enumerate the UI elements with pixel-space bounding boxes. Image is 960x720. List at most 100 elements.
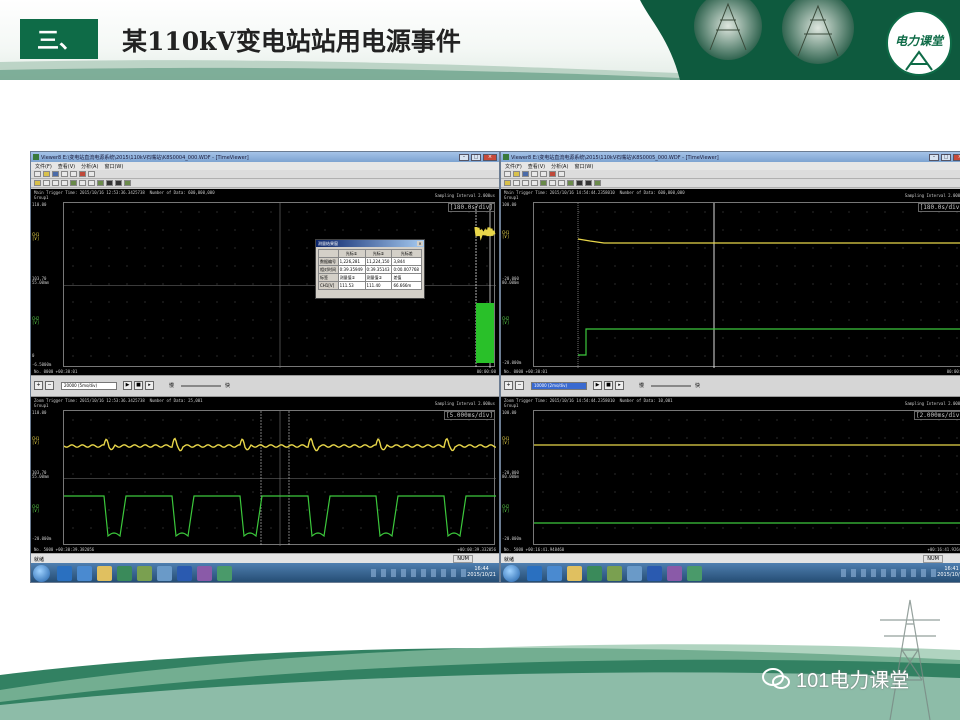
settings-icon[interactable] — [157, 566, 172, 581]
open-icon[interactable] — [34, 171, 41, 177]
main-waveform-panel[interactable]: Main Trigger Time: 2015/10/16 12:53:36.3… — [31, 189, 499, 375]
clock[interactable]: 16:412015/10/21 — [937, 566, 960, 578]
cursor-icon[interactable] — [34, 180, 41, 186]
zoom-waveform-panel[interactable]: Zoom Trigger Time: 2015/10/16 12:53:36.3… — [31, 397, 499, 553]
folder-icon[interactable] — [43, 171, 50, 177]
channel-icon[interactable] — [540, 180, 547, 186]
export-icon[interactable] — [124, 180, 131, 186]
sogou-icon[interactable] — [77, 566, 92, 581]
scope-app-icon[interactable] — [687, 566, 702, 581]
zoom-out-icon[interactable]: − — [515, 381, 524, 390]
properties-icon[interactable] — [70, 171, 77, 177]
pointer-icon[interactable] — [513, 180, 520, 186]
pointer-icon[interactable] — [43, 180, 50, 186]
step-icon[interactable]: ▸ — [615, 381, 624, 390]
zoom-scale-select[interactable]: 20000 (5ms/div) — [61, 382, 117, 390]
save-icon[interactable] — [522, 171, 529, 177]
explorer-icon[interactable] — [567, 566, 582, 581]
maximize-icon[interactable]: □ — [941, 153, 951, 161]
grid-icon[interactable] — [567, 180, 574, 186]
stop-icon[interactable]: ■ — [604, 381, 613, 390]
play-icon[interactable]: ▶ — [123, 381, 132, 390]
close-icon[interactable]: × — [953, 153, 960, 161]
zoom-out-icon[interactable]: − — [45, 381, 54, 390]
menu-analyze[interactable]: 分析(A) — [551, 163, 568, 170]
zoom-waveform-plot[interactable] — [533, 410, 960, 545]
settings-icon[interactable] — [627, 566, 642, 581]
zoom-waveform-plot[interactable] — [63, 410, 497, 546]
marker-icon[interactable] — [79, 180, 86, 186]
zoom-in-icon[interactable]: + — [504, 381, 513, 390]
ie-icon[interactable] — [527, 566, 542, 581]
delete-icon[interactable] — [549, 171, 556, 177]
measure-icon[interactable] — [531, 180, 538, 186]
step-icon[interactable]: ▸ — [145, 381, 154, 390]
folder-icon[interactable] — [513, 171, 520, 177]
close-icon[interactable]: × — [417, 241, 423, 246]
channel-icon[interactable] — [70, 180, 77, 186]
layout-icon[interactable] — [558, 171, 565, 177]
print-icon[interactable] — [61, 171, 68, 177]
scale-icon[interactable] — [88, 180, 95, 186]
wave-icon[interactable] — [576, 180, 583, 186]
speed-slider[interactable] — [651, 385, 691, 387]
zoom-waveform-panel[interactable]: Zoom Trigger Time: 2015/10/16 14:54:44.2… — [501, 397, 960, 553]
system-tray[interactable] — [841, 569, 941, 577]
word-icon[interactable] — [177, 566, 192, 581]
cursor-icon[interactable] — [504, 180, 511, 186]
fft-icon[interactable] — [115, 180, 122, 186]
computer-icon[interactable] — [117, 566, 132, 581]
window-titlebar[interactable]: Viewer8 E:\变电站直流电源系统\2015\110kV石嘴站\K8S00… — [31, 152, 499, 162]
play-icon[interactable]: ▶ — [593, 381, 602, 390]
explorer-icon[interactable] — [97, 566, 112, 581]
viewer-icon[interactable] — [607, 566, 622, 581]
scale-icon[interactable] — [558, 180, 565, 186]
waveform-plot[interactable] — [533, 202, 960, 368]
computer-icon[interactable] — [587, 566, 602, 581]
waveform-plot[interactable] — [63, 202, 496, 368]
delete-icon[interactable] — [79, 171, 86, 177]
measure-icon[interactable] — [61, 180, 68, 186]
zoom-scale-select[interactable]: 10000 (2ms/div) — [531, 382, 587, 390]
open-icon[interactable] — [504, 171, 511, 177]
export-icon[interactable] — [594, 180, 601, 186]
window-titlebar[interactable]: Viewer8 E:\变电站直流电源系统\2015\110kV石嘴站\K8S00… — [501, 152, 960, 162]
wave-icon[interactable] — [106, 180, 113, 186]
maximize-icon[interactable]: □ — [471, 153, 481, 161]
ie-icon[interactable] — [57, 566, 72, 581]
measurement-dialog[interactable]: 测量结果窗 × 光标① 光标② 光标差 数据编号 1,226,281 11,224,150 3,… — [315, 239, 425, 299]
speed-slider[interactable] — [181, 385, 221, 387]
scope-app-icon[interactable] — [217, 566, 232, 581]
system-tray[interactable] — [371, 569, 471, 577]
menu-window[interactable]: 窗口(W) — [104, 163, 123, 170]
marker-icon[interactable] — [549, 180, 556, 186]
main-waveform-panel[interactable]: Main Trigger Time: 2015/10/16 14:54:44.2… — [501, 189, 960, 375]
menu-view[interactable]: 查看(V) — [528, 163, 545, 170]
print-icon[interactable] — [531, 171, 538, 177]
menu-view[interactable]: 查看(V) — [58, 163, 75, 170]
properties-icon[interactable] — [540, 171, 547, 177]
fft-icon[interactable] — [585, 180, 592, 186]
sogou-icon[interactable] — [547, 566, 562, 581]
layout-icon[interactable] — [88, 171, 95, 177]
minimize-icon[interactable]: – — [929, 153, 939, 161]
menu-file[interactable]: 文件(F) — [505, 163, 522, 170]
grid-icon[interactable] — [97, 180, 104, 186]
menu-file[interactable]: 文件(F) — [35, 163, 52, 170]
start-button-icon[interactable] — [503, 565, 520, 582]
zoom-in-icon[interactable]: + — [34, 381, 43, 390]
zoom-icon[interactable] — [52, 180, 59, 186]
paint-icon[interactable] — [197, 566, 212, 581]
stop-icon[interactable]: ■ — [134, 381, 143, 390]
save-icon[interactable] — [52, 171, 59, 177]
clock[interactable]: 16:44 2015/10/21 — [467, 566, 496, 578]
word-icon[interactable] — [647, 566, 662, 581]
paint-icon[interactable] — [667, 566, 682, 581]
dialog-title[interactable]: 测量结果窗 × — [316, 240, 424, 247]
minimize-icon[interactable]: – — [459, 153, 469, 161]
start-button-icon[interactable] — [33, 565, 50, 582]
zoom-icon[interactable] — [522, 180, 529, 186]
menu-analyze[interactable]: 分析(A) — [81, 163, 98, 170]
close-icon[interactable]: × — [483, 153, 497, 161]
menu-window[interactable]: 窗口(W) — [574, 163, 593, 170]
